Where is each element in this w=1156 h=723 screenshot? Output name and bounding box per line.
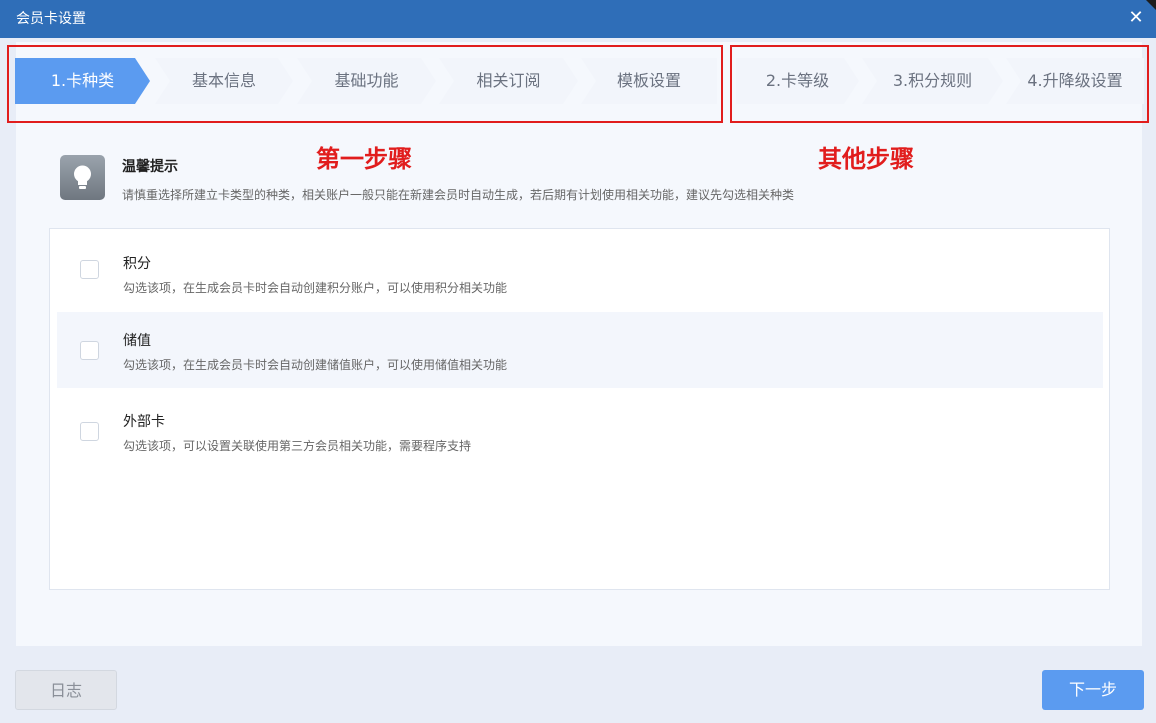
step-basic-functions[interactable]: 基础功能: [297, 58, 436, 104]
first-step-annotation: 第一步骤: [316, 144, 412, 173]
step-upgrade-settings[interactable]: 4.升降级设置: [1006, 58, 1144, 104]
item-desc: 勾选该项，在生成会员卡时会自动创建储值账户，可以使用储值相关功能: [123, 358, 508, 372]
cursor-corner: [1146, 0, 1156, 10]
tip-text: 请慎重选择所建立卡类型的种类，相关账户一般只能在新建会员时自动生成，若后期有计划…: [122, 188, 795, 202]
next-step-button[interactable]: 下一步: [1042, 670, 1144, 710]
lightbulb-icon: [60, 155, 105, 200]
list-item-points: 积分 勾选该项，在生成会员卡时会自动创建积分账户，可以使用积分相关功能: [57, 235, 1103, 311]
list-item-external-card: 外部卡 勾选该项，可以设置关联使用第三方会员相关功能，需要程序支持: [57, 393, 1103, 469]
step-points-rules[interactable]: 3.积分规则: [862, 58, 1003, 104]
points-checkbox[interactable]: [80, 260, 99, 279]
other-steps-annotation: 其他步骤: [818, 144, 914, 173]
step-basic-info[interactable]: 基本信息: [155, 58, 293, 104]
tip-title: 温馨提示: [122, 159, 178, 175]
item-desc: 勾选该项，可以设置关联使用第三方会员相关功能，需要程序支持: [123, 439, 472, 453]
stored-value-checkbox[interactable]: [80, 341, 99, 360]
card-type-list: 积分 勾选该项，在生成会员卡时会自动创建积分账户，可以使用积分相关功能 储值 勾…: [49, 228, 1110, 590]
item-title: 储值: [123, 333, 151, 349]
item-desc: 勾选该项，在生成会员卡时会自动创建积分账户，可以使用积分相关功能: [123, 281, 508, 295]
step-card-level[interactable]: 2.卡等级: [736, 58, 859, 104]
step-subscriptions[interactable]: 相关订阅: [439, 58, 578, 104]
step-template-settings[interactable]: 模板设置: [581, 58, 717, 104]
item-title: 外部卡: [123, 414, 165, 430]
external-card-checkbox[interactable]: [80, 422, 99, 441]
window-title: 会员卡设置: [16, 11, 86, 27]
item-title: 积分: [123, 256, 151, 272]
list-item-stored-value: 储值 勾选该项，在生成会员卡时会自动创建储值账户，可以使用储值相关功能: [57, 312, 1103, 388]
window-titlebar: 会员卡设置 ✕: [0, 0, 1156, 38]
close-icon[interactable]: ✕: [1126, 8, 1146, 28]
step-card-type[interactable]: 1.卡种类: [15, 58, 150, 104]
log-button[interactable]: 日志: [15, 670, 117, 710]
